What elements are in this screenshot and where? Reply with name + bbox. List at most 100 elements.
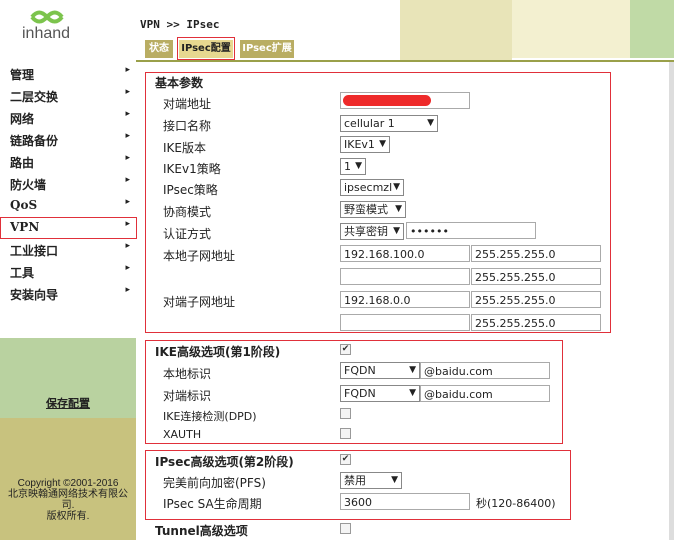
auth-method-select[interactable]: 共享密钥 ▼ — [340, 223, 404, 240]
chevron-down-icon: ▼ — [393, 226, 400, 236]
tab-status[interactable]: 状态 — [145, 40, 173, 58]
remote-id-label: 对端标识 — [163, 389, 212, 403]
sidebar-item-setup-wizard[interactable]: 安装向导 ▸ — [0, 282, 136, 304]
auth-method-label: 认证方式 — [163, 227, 212, 241]
chevron-right-icon: ▸ — [125, 109, 130, 119]
local-subnet-ip-input[interactable]: 192.168.100.0 — [340, 245, 470, 262]
sa-lifetime-input[interactable]: 3600 — [340, 493, 470, 510]
remote-subnet-ip-input-2[interactable] — [340, 314, 470, 331]
sidebar-item-firewall[interactable]: 防火墙 ▸ — [0, 172, 136, 194]
chevron-down-icon: ▼ — [393, 182, 400, 192]
ike-version-select[interactable]: IKEv1 ▼ — [340, 136, 390, 153]
local-id-type-select[interactable]: FQDN ▼ — [340, 362, 420, 379]
chevron-down-icon: ▼ — [409, 365, 416, 375]
ipsec-policy-select[interactable]: ipsecmzl ▼ — [340, 179, 404, 196]
negotiation-select[interactable]: 野蛮模式 ▼ — [340, 201, 406, 218]
sa-lifetime-label: IPsec SA生命周期 — [163, 497, 262, 511]
sidebar-item-routing[interactable]: 路由 ▸ — [0, 150, 136, 172]
remote-subnet-ip-input[interactable]: 192.168.0.0 — [340, 291, 470, 308]
redacted-mark — [343, 95, 431, 106]
sidebar: inhand 管理 ▸ 二层交换 ▸ 网络 ▸ 链路备份 ▸ 路由 ▸ 防火墙 ▸ QoS ▸… — [0, 0, 137, 540]
interface-label: 接口名称 — [163, 119, 212, 133]
dpd-checkbox[interactable] — [340, 408, 351, 419]
sidebar-item-management[interactable]: 管理 ▸ — [0, 62, 136, 84]
xauth-label: XAUTH — [163, 428, 202, 441]
remote-id-input[interactable]: @baidu.com — [420, 385, 550, 402]
remote-id-type-select[interactable]: FQDN ▼ — [340, 385, 420, 402]
chevron-right-icon: ▸ — [125, 65, 130, 75]
ipsec-advanced-checkbox[interactable]: ✔ — [340, 454, 351, 465]
ike-version-label: IKE版本 — [163, 141, 206, 155]
tab-highlight-box — [177, 37, 235, 60]
local-subnet-mask-input-2[interactable]: 255.255.255.0 — [471, 268, 601, 285]
peer-address-label: 对端地址 — [163, 97, 212, 111]
sidebar-item-layer2-switch[interactable]: 二层交换 ▸ — [0, 84, 136, 106]
logo: inhand — [0, 0, 136, 60]
section-title-ipsec: IPsec高级选项(第2阶段) — [155, 455, 294, 469]
remote-subnet-mask-input[interactable]: 255.255.255.0 — [471, 291, 601, 308]
interface-select[interactable]: cellular 1 ▼ — [340, 115, 438, 132]
chevron-down-icon: ▼ — [409, 388, 416, 398]
ike-version-select-value: IKEv1 — [344, 138, 375, 151]
chevron-right-icon: ▸ — [125, 175, 130, 185]
copyright-line: 北京映翰通网络技术有限公司. — [8, 489, 128, 511]
sidebar-item-industrial-interface[interactable]: 工业接口 ▸ — [0, 238, 136, 260]
sidebar-item-label: 工具 — [10, 266, 35, 280]
pfs-label: 完美前向加密(PFS) — [163, 476, 266, 490]
local-subnet-mask-input[interactable]: 255.255.255.0 — [471, 245, 601, 262]
scrollbar[interactable] — [669, 62, 674, 540]
header-decoration — [400, 0, 512, 60]
ipsec-policy-select-value: ipsecmzl — [344, 181, 393, 194]
chevron-right-icon: ▸ — [125, 87, 130, 97]
local-id-type-value: FQDN — [344, 364, 376, 377]
save-config-link[interactable]: 保存配置 — [0, 395, 136, 411]
chevron-right-icon: ▸ — [125, 285, 130, 295]
header-decoration — [630, 0, 674, 58]
chevron-down-icon: ▼ — [395, 204, 402, 214]
breadcrumb: VPN >> IPsec — [140, 18, 220, 31]
sidebar-item-qos[interactable]: QoS ▸ — [0, 194, 136, 216]
dpd-label: IKE连接检测(DPD) — [163, 410, 257, 423]
auth-method-select-value: 共享密钥 — [344, 225, 388, 238]
peer-address-input[interactable] — [340, 92, 470, 109]
sidebar-item-network[interactable]: 网络 ▸ — [0, 106, 136, 128]
tab-ipsec-extension[interactable]: IPsec扩展 — [240, 40, 294, 58]
ikev1-policy-select[interactable]: 1 ▼ — [340, 158, 366, 175]
local-subnet-ip-input-2[interactable] — [340, 268, 470, 285]
sa-lifetime-unit: 秒(120-86400) — [476, 497, 556, 510]
remote-subnet-label: 对端子网地址 — [163, 295, 236, 309]
local-id-input[interactable]: @baidu.com — [420, 362, 550, 379]
chevron-right-icon: ▸ — [125, 241, 130, 251]
logo-text: inhand — [22, 25, 71, 42]
header-decoration — [512, 0, 630, 58]
section-title-tunnel: Tunnel高级选项 — [155, 524, 248, 538]
negotiation-label: 协商模式 — [163, 205, 212, 219]
chevron-down-icon: ▼ — [427, 118, 434, 128]
xauth-checkbox[interactable] — [340, 428, 351, 439]
section-title-basic: 基本参数 — [155, 76, 204, 90]
chevron-right-icon: ▸ — [125, 197, 130, 207]
remote-subnet-mask-input-2[interactable]: 255.255.255.0 — [471, 314, 601, 331]
ike-advanced-checkbox[interactable]: ✔ — [340, 344, 351, 355]
sidebar-item-label: 二层交换 — [10, 90, 59, 104]
negotiation-select-value: 野蛮模式 — [344, 203, 388, 216]
local-id-label: 本地标识 — [163, 367, 212, 381]
tunnel-advanced-checkbox[interactable] — [340, 523, 351, 534]
sidebar-menu: 管理 ▸ 二层交换 ▸ 网络 ▸ 链路备份 ▸ 路由 ▸ 防火墙 ▸ QoS ▸ VPN ▸ 工… — [0, 60, 136, 338]
sidebar-item-label: 路由 — [10, 156, 35, 170]
sidebar-item-link-backup[interactable]: 链路备份 ▸ — [0, 128, 136, 150]
sidebar-item-tools[interactable]: 工具 ▸ — [0, 260, 136, 282]
sidebar-item-label: 安装向导 — [10, 288, 59, 302]
sidebar-item-label: 工业接口 — [10, 244, 59, 258]
sidebar-item-label: 管理 — [10, 68, 35, 82]
chevron-down-icon: ▼ — [355, 161, 362, 171]
interface-select-value: cellular 1 — [344, 117, 395, 130]
ikev1-policy-label: IKEv1策略 — [163, 162, 221, 176]
pfs-select[interactable]: 禁用 ▼ — [340, 472, 402, 489]
copyright-line: Copyright ©2001-2016 — [17, 478, 119, 489]
pfs-select-value: 禁用 — [344, 474, 366, 487]
shared-secret-input[interactable]: •••••• — [406, 222, 536, 239]
chevron-down-icon: ▼ — [379, 139, 386, 149]
sidebar-item-label: 链路备份 — [10, 134, 59, 148]
ipsec-policy-label: IPsec策略 — [163, 183, 218, 197]
